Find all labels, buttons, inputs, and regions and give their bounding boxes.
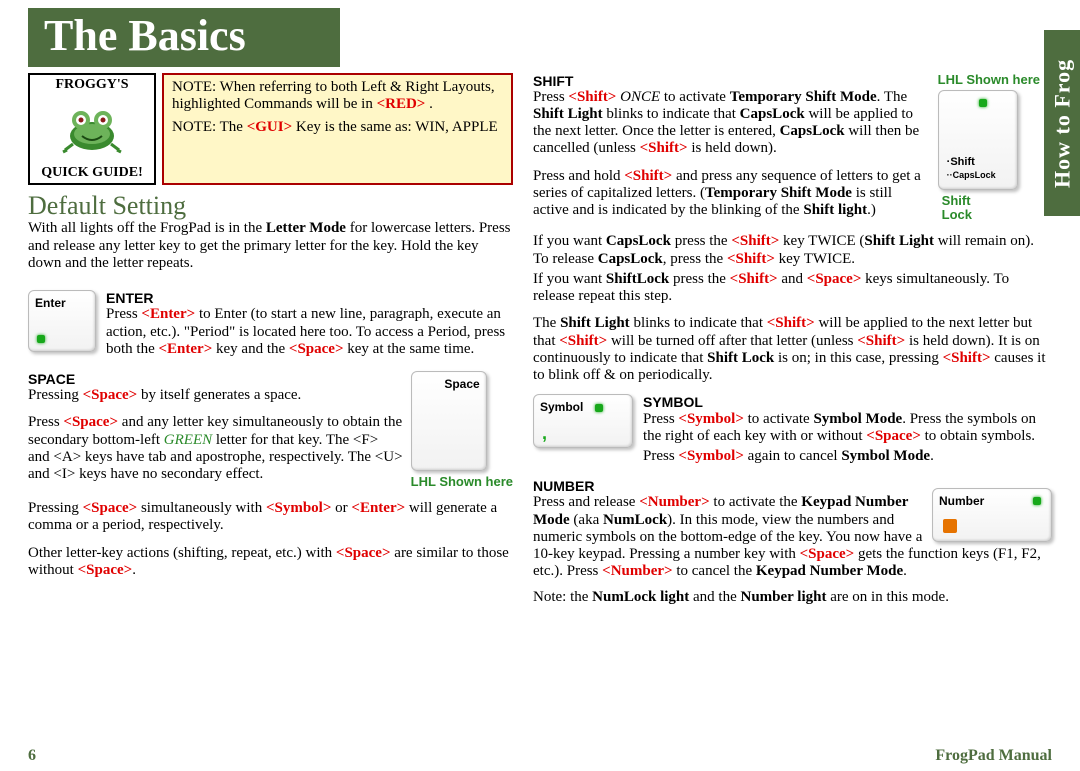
quick-guide-row: FROGGY'S QUICK GUIDE! NOTE: When referr xyxy=(28,73,513,185)
shift-p4: If you want ShiftLock press the <Shift> … xyxy=(533,271,1052,306)
enter-head: ENTER xyxy=(28,290,513,306)
quick-guide-box: FROGGY'S QUICK GUIDE! xyxy=(28,73,156,185)
note1-red: <RED> xyxy=(377,96,426,112)
page-number: 6 xyxy=(28,747,36,765)
green-dot-icon xyxy=(595,404,603,412)
symbol-keycap: Symbol , xyxy=(533,394,633,448)
shift-p5: The Shift Light blinks to indicate that … xyxy=(533,315,1052,384)
space-section: Space LHL Shown here SPACE Pressing <Spa… xyxy=(28,371,513,579)
space-p4: Other letter-key actions (shifting, repe… xyxy=(28,545,513,580)
comma-mark: , xyxy=(542,423,547,444)
symbol-p2: Press <Symbol> again to cancel Symbol Mo… xyxy=(533,448,1052,465)
title-bar: The Basics xyxy=(28,8,340,67)
space-keycap: Space xyxy=(411,371,487,471)
enter-para: Press <Enter> to Enter (to start a new l… xyxy=(28,306,513,358)
space-key-label: Space xyxy=(418,378,480,392)
notes-box: NOTE: When referring to both Left & Righ… xyxy=(162,73,513,185)
green-dot-icon xyxy=(979,99,987,107)
content-columns: FROGGY'S QUICK GUIDE! NOTE: When referr xyxy=(28,73,1052,609)
quick-guide-bottom: QUICK GUIDE! xyxy=(32,165,152,181)
quick-guide-top: FROGGY'S xyxy=(32,77,152,93)
left-column: FROGGY'S QUICK GUIDE! NOTE: When referr xyxy=(28,73,513,609)
shift-p3: If you want CapsLock press the <Shift> k… xyxy=(533,233,1052,268)
note2-c: Key is the same as: WIN, APPLE xyxy=(292,119,498,135)
number-key-label: Number xyxy=(939,494,984,508)
orange-square-icon xyxy=(943,519,957,533)
note1-a: NOTE: When referring to both Left & Righ… xyxy=(172,79,495,112)
frog-icon xyxy=(32,93,152,165)
note2-red: <GUI> xyxy=(247,119,292,135)
space-p3: Pressing <Space> simultaneously with <Sy… xyxy=(28,500,513,535)
enter-section: Enter ENTER Press <Enter> to Enter (to s… xyxy=(28,290,513,361)
side-tab-how-to-frog: How to Frog xyxy=(1044,30,1080,216)
shift-key-area: LHL Shown here ·Shift ··CapsLock Shift L… xyxy=(938,73,1040,224)
enter-key-label: Enter xyxy=(35,297,89,311)
enter-keycap: Enter xyxy=(28,290,96,352)
shift-key-sub: ··CapsLock xyxy=(947,170,996,180)
shift-section: LHL Shown here ·Shift ··CapsLock Shift L… xyxy=(533,73,1052,385)
space-lhl: LHL Shown here xyxy=(411,475,513,490)
shift-lhl: LHL Shown here xyxy=(938,73,1040,88)
shift-below-label: Shift Lock xyxy=(942,194,1040,224)
note1-c: . xyxy=(425,96,433,112)
footer: 6 FrogPad Manual xyxy=(28,747,1052,765)
default-para: With all lights off the FrogPad is in th… xyxy=(28,220,513,272)
symbol-key-label: Symbol xyxy=(540,400,583,414)
right-column: LHL Shown here ·Shift ··CapsLock Shift L… xyxy=(533,73,1052,609)
space-key-area: Space LHL Shown here xyxy=(411,371,513,490)
green-dot-icon xyxy=(1033,497,1041,505)
number-keycap: Number xyxy=(932,488,1052,542)
shift-keycap: ·Shift ··CapsLock xyxy=(938,90,1018,190)
shift-key-label: ·Shift xyxy=(947,156,975,169)
note2-a: NOTE: The xyxy=(172,119,247,135)
green-dot-icon xyxy=(37,335,45,343)
number-note: Note: the NumLock light and the Number l… xyxy=(533,589,1052,606)
manual-name: FrogPad Manual xyxy=(935,747,1052,765)
symbol-section: Symbol , SYMBOL Press <Symbol> to activa… xyxy=(533,394,1052,468)
number-section: Number NUMBER Press and release <Number>… xyxy=(533,478,1052,609)
default-heading: Default Setting xyxy=(28,191,513,221)
